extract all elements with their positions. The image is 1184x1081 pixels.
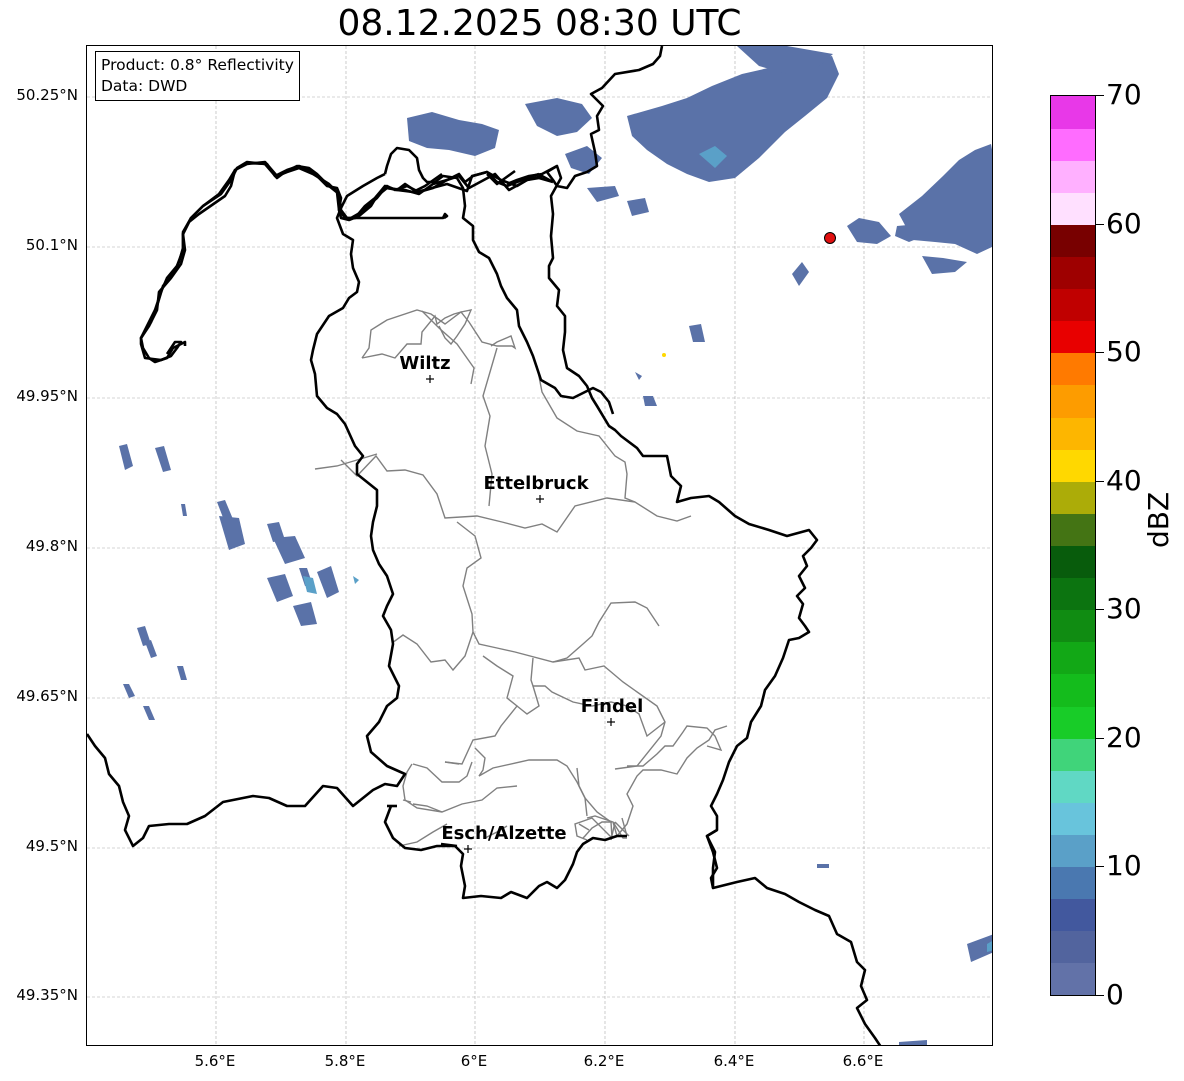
colorbar-tick-label: 10 (1106, 849, 1142, 883)
colorbar-segment (1051, 481, 1095, 514)
colorbar-segment (1051, 352, 1095, 386)
colorbar-tick-mark (1096, 737, 1104, 739)
city-label-findel: Findel (581, 696, 644, 717)
colorbar-tick-mark (1096, 223, 1104, 225)
colorbar-segment (1051, 224, 1095, 258)
colorbar-segment (1051, 256, 1095, 290)
colorbar-segment (1051, 96, 1095, 129)
colorbar-segment (1051, 320, 1095, 354)
colorbar-segment (1051, 449, 1095, 482)
colorbar-tick-mark (1096, 866, 1104, 868)
product-label: Product: 0.8° Reflectivity (101, 56, 294, 74)
colorbar-segment (1051, 802, 1095, 835)
lat-tick-label: 50.1°N (25, 236, 78, 254)
colorbar-tick-label: 70 (1106, 78, 1142, 111)
colorbar-tick-mark (1096, 609, 1104, 611)
colorbar-unit-label: dBZ (1142, 491, 1175, 548)
colorbar-segment (1051, 898, 1095, 932)
lat-tick-label: 49.5°N (25, 837, 78, 855)
canton-borders (314, 309, 728, 847)
lat-tick-label: 49.65°N (16, 687, 78, 705)
product-info-box: Product: 0.8° Reflectivity Data: DWD (95, 51, 300, 101)
city-label-wiltz: Wiltz (399, 353, 450, 374)
colorbar-tick-label: 30 (1106, 592, 1142, 626)
data-source-label: Data: DWD (101, 77, 188, 95)
colorbar-segment (1051, 545, 1095, 579)
city-label-esch-alzette: Esch/Alzette (441, 823, 566, 844)
colorbar-segment (1051, 834, 1095, 868)
colorbar-tick-label: 20 (1106, 720, 1142, 754)
radar-site-marker (824, 232, 836, 244)
colorbar-segment (1051, 770, 1095, 803)
colorbar-segment (1051, 288, 1095, 322)
lon-tick-label: 6.6°E (842, 1052, 884, 1070)
colorbar-segment (1051, 384, 1095, 418)
colorbar-segment (1051, 160, 1095, 193)
lon-tick-label: 5.8°E (324, 1052, 366, 1070)
city-labels: Wiltz Ettelbruck Findel Esch/Alzette (399, 353, 643, 844)
dbz-colorbar (1050, 95, 1096, 996)
colorbar-segment (1051, 866, 1095, 900)
map-canvas: Wiltz Ettelbruck Findel Esch/Alzette (87, 46, 992, 1045)
lon-tick-label: 6.4°E (713, 1052, 755, 1070)
lat-tick-label: 49.35°N (16, 986, 78, 1004)
radar-map: Wiltz Ettelbruck Findel Esch/Alzette (86, 45, 993, 1046)
lat-tick-label: 50.25°N (16, 86, 78, 104)
colorbar-tick-mark (1096, 352, 1104, 354)
colorbar-segment (1051, 609, 1095, 643)
city-label-ettelbruck: Ettelbruck (483, 473, 589, 494)
colorbar-segment (1051, 128, 1095, 161)
colorbar-tick-label: 0 (1106, 978, 1124, 1011)
colorbar-segment (1051, 738, 1095, 771)
colorbar-segment (1051, 641, 1095, 675)
colorbar-segment (1051, 513, 1095, 546)
colorbar-tick-label: 60 (1106, 206, 1142, 240)
colorbar-segment (1051, 930, 1095, 964)
colorbar-segment (1051, 417, 1095, 450)
map-title: 08.12.2025 08:30 UTC (337, 3, 742, 44)
colorbar-tick-mark (1096, 995, 1104, 996)
colorbar-tick-mark (1096, 95, 1104, 96)
colorbar-segment (1051, 673, 1095, 707)
colorbar-segment (1051, 192, 1095, 225)
lon-tick-label: 5.6°E (194, 1052, 236, 1070)
lat-tick-label: 49.95°N (16, 387, 78, 405)
colorbar-segment (1051, 577, 1095, 611)
colorbar-tick-label: 50 (1106, 335, 1142, 369)
lon-tick-label: 6.2°E (583, 1052, 625, 1070)
colorbar-segment (1051, 962, 1095, 996)
lon-tick-label: 6°E (460, 1052, 488, 1070)
colorbar-tick-mark (1096, 480, 1104, 482)
radar-echoes (119, 46, 992, 1045)
colorbar-segment (1051, 706, 1095, 739)
lat-tick-label: 49.8°N (25, 537, 78, 555)
colorbar-tick-label: 40 (1106, 463, 1142, 497)
country-borders (87, 46, 882, 1045)
